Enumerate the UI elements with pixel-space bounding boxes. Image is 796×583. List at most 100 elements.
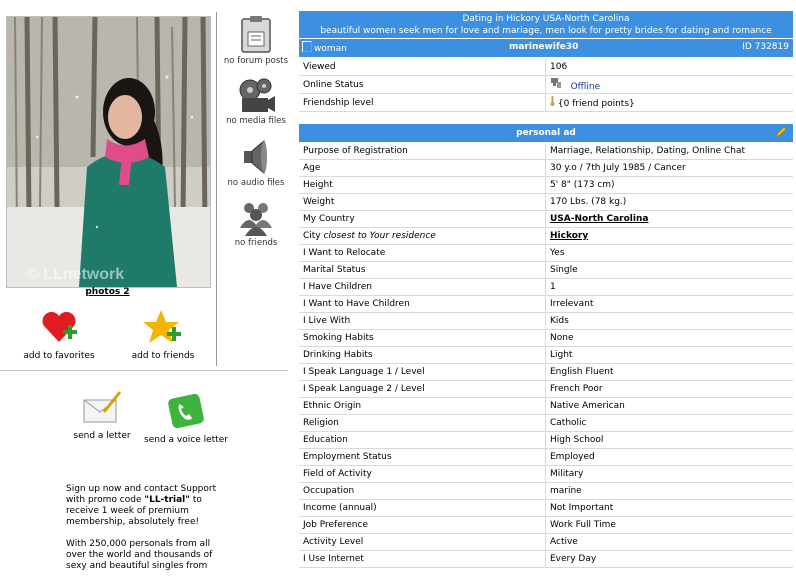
table-row: Age 30 y.o / 7th July 1985 / Cancer xyxy=(299,159,793,177)
table-row: Marital Status Single xyxy=(299,261,793,279)
table-row: Occupation marine xyxy=(299,482,793,500)
add-to-friends-button[interactable]: add to friends xyxy=(124,308,202,361)
ad-label: I Live With xyxy=(299,312,546,330)
audio-files-label: no audio files xyxy=(227,178,285,188)
ad-value: Employed xyxy=(545,448,793,466)
photo-watermark: © LLnetwork xyxy=(27,266,124,283)
ad-label: Height xyxy=(299,176,546,194)
ad-value: 1 xyxy=(545,278,793,296)
ad-value: marine xyxy=(545,482,793,500)
ad-label: Religion xyxy=(299,414,546,432)
column-divider xyxy=(216,12,217,366)
viewed-label: Viewed xyxy=(299,58,546,76)
banner-subtitle: beautiful women seek men for love and ma… xyxy=(320,26,772,36)
promo-code: "LL-trial" xyxy=(144,495,190,505)
table-row: I Want to Relocate Yes xyxy=(299,244,793,262)
section-divider xyxy=(0,370,288,371)
ad-label: I Speak Language 1 / Level xyxy=(299,363,546,381)
people-icon xyxy=(220,198,292,236)
speaker-icon xyxy=(220,138,292,176)
page-banner: Dating in Hickory USA-North Carolina bea… xyxy=(299,11,793,38)
ad-label: I Use Internet xyxy=(299,550,546,568)
ad-label: My Country xyxy=(299,210,546,228)
forum-posts-item[interactable]: no forum posts xyxy=(220,14,292,66)
ad-label: Marital Status xyxy=(299,261,546,279)
ad-value: Kids xyxy=(545,312,793,330)
ad-label: Smoking Habits xyxy=(299,329,546,347)
audio-files-item[interactable]: no audio files xyxy=(220,138,292,188)
table-row: Employment Status Employed xyxy=(299,448,793,466)
ad-value: 5' 8" (173 cm) xyxy=(545,176,793,194)
ad-value: High School xyxy=(545,431,793,449)
envelope-pen-icon xyxy=(82,391,122,429)
friends-label: no friends xyxy=(234,238,278,248)
table-row: Ethnic Origin Native American xyxy=(299,397,793,415)
table-row: Income (annual) Not Important xyxy=(299,499,793,517)
friends-item[interactable]: no friends xyxy=(220,198,292,248)
offline-status-icon xyxy=(550,78,562,92)
send-letter-button[interactable]: send a letter xyxy=(64,390,140,441)
online-status-value: Offline xyxy=(570,82,601,92)
film-reel-icon xyxy=(220,76,292,114)
table-row: I Have Children 1 xyxy=(299,278,793,296)
ad-label: I Have Children xyxy=(299,278,546,296)
online-status-cell: Offline xyxy=(545,75,793,94)
thermometer-icon xyxy=(550,96,555,109)
send-voice-letter-label: send a voice letter xyxy=(144,435,228,445)
ad-label: I Want to Have Children xyxy=(299,295,546,313)
table-row: Smoking Habits None xyxy=(299,329,793,347)
clipboard-icon xyxy=(220,14,292,54)
table-row: Height 5' 8" (173 cm) xyxy=(299,176,793,194)
ad-label: Field of Activity xyxy=(299,465,546,483)
table-row: Field of Activity Military xyxy=(299,465,793,483)
ad-label: I Want to Relocate xyxy=(299,244,546,262)
ad-value: Marriage, Relationship, Dating, Online C… xyxy=(545,143,793,160)
user-id: ID 732819 xyxy=(742,42,789,52)
profile-photo[interactable]: © LLnetwork xyxy=(6,16,211,288)
table-row: Weight 170 Lbs. (78 kg.) xyxy=(299,193,793,211)
personal-ad-header: personal ad xyxy=(299,124,793,142)
ad-value: Single xyxy=(545,261,793,279)
ad-value: English Fluent xyxy=(545,363,793,381)
ad-value-cell: USA-North Carolina xyxy=(545,210,793,228)
ad-label: City closest to Your residence xyxy=(299,227,546,245)
ad-label: Income (annual) xyxy=(299,499,546,517)
media-files-item[interactable]: no media files xyxy=(220,76,292,126)
ad-label-part: City xyxy=(303,231,324,241)
viewed-value: 106 xyxy=(545,58,793,76)
table-row: Online Status Offline xyxy=(299,75,793,94)
ad-label: Employment Status xyxy=(299,448,546,466)
personal-ad-title: personal ad xyxy=(516,128,576,138)
table-row: Viewed 106 xyxy=(299,58,793,76)
photos-link[interactable]: photos 2 xyxy=(6,287,209,297)
personal-ad-table: Purpose of Registration Marriage, Relatio… xyxy=(299,143,793,568)
add-to-friends-label: add to friends xyxy=(131,351,195,361)
ad-label: Age xyxy=(299,159,546,177)
ad-value-link[interactable]: Hickory xyxy=(550,231,588,241)
ad-value-link[interactable]: USA-North Carolina xyxy=(550,214,648,224)
ad-label: Purpose of Registration xyxy=(299,143,546,160)
ad-label: Job Preference xyxy=(299,516,546,534)
promo-text-2: With 250,000 personals from all over the… xyxy=(66,539,213,571)
table-row: I Want to Have Children Irrelevant xyxy=(299,295,793,313)
table-row: I Live With Kids xyxy=(299,312,793,330)
send-voice-letter-button[interactable]: send a voice letter xyxy=(140,392,232,445)
ad-value: Military xyxy=(545,465,793,483)
add-to-favorites-label: add to favorites xyxy=(23,351,95,361)
promo-text: Sign up now and contact Support with pro… xyxy=(66,484,226,583)
ad-value: None xyxy=(545,329,793,347)
forum-posts-label: no forum posts xyxy=(223,56,289,66)
ad-value: Active xyxy=(545,533,793,551)
friendship-label: Friendship level xyxy=(299,93,546,112)
table-row: Purpose of Registration Marriage, Relatio… xyxy=(299,143,793,160)
table-row: I Speak Language 1 / Level English Fluent xyxy=(299,363,793,381)
ad-value: Native American xyxy=(545,397,793,415)
ad-label: Occupation xyxy=(299,482,546,500)
ad-label: Drinking Habits xyxy=(299,346,546,364)
ad-value: 170 Lbs. (78 kg.) xyxy=(545,193,793,211)
user-bar: woman marinewife30 ID 732819 xyxy=(299,39,793,57)
ad-label: I Speak Language 2 / Level xyxy=(299,380,546,398)
table-row: My Country USA-North Carolina xyxy=(299,210,793,228)
add-to-favorites-button[interactable]: add to favorites xyxy=(18,308,100,361)
select-checkbox[interactable] xyxy=(302,41,312,52)
